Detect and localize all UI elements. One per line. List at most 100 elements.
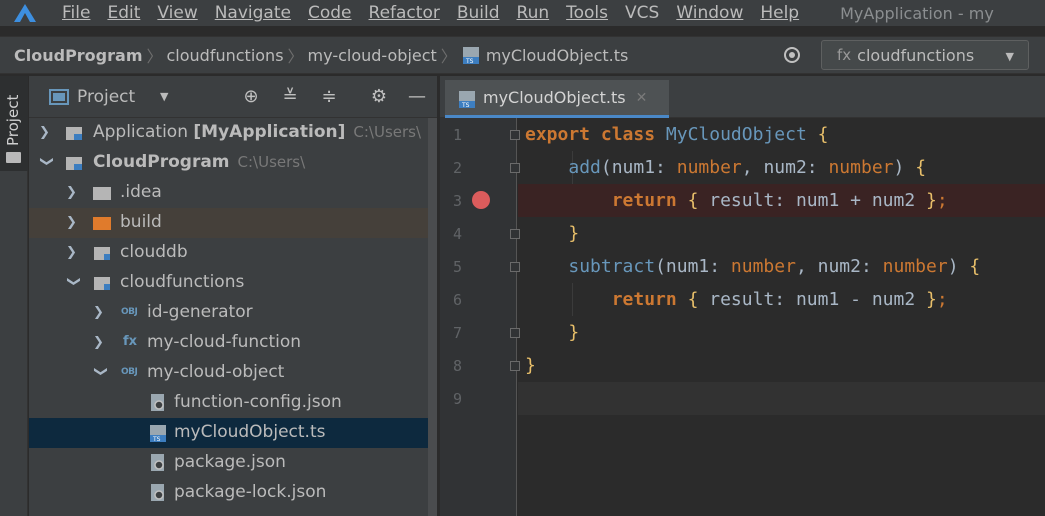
chevron-down-icon[interactable]: ❯ — [66, 276, 81, 290]
menu-label: Edit — [107, 3, 141, 23]
breadcrumb-cloudfunctions[interactable]: cloudfunctions — [167, 46, 284, 65]
tree-item-cloudprogram[interactable]: ❯ CloudProgram C:\Users\ — [29, 148, 437, 178]
menu-vcs[interactable]: VCS — [625, 3, 659, 23]
code-token-params: ) — [947, 256, 970, 277]
run-configuration-select[interactable]: fx cloudfunctions ▼ — [821, 40, 1029, 70]
breadcrumb-file[interactable]: TS myCloudObject.ts — [461, 45, 628, 65]
project-tool-tab[interactable]: Project — [0, 76, 28, 171]
menu-label: Help — [760, 3, 800, 23]
code-token-method: add — [568, 157, 601, 178]
chevron-down-icon[interactable]: ▼ — [160, 90, 168, 103]
close-icon[interactable]: ✕ — [636, 90, 648, 106]
breadcrumb-separator: 〉 — [287, 47, 304, 66]
project-view-selector[interactable]: Project — [77, 87, 135, 107]
chevron-right-icon[interactable]: ❯ — [93, 336, 107, 350]
line-number: 8 — [452, 357, 462, 375]
breakpoint-icon[interactable] — [472, 191, 490, 209]
tree-item-label: package-lock.json — [174, 482, 327, 502]
locate-file-icon[interactable]: ⊕ — [241, 87, 261, 107]
chevron-down-icon[interactable]: ❯ — [39, 156, 54, 170]
tree-item-my-cloud-function[interactable]: ❯ fx my-cloud-function — [29, 328, 437, 358]
project-tree: ❯ Application [MyApplication] C:\Users\ ❯… — [29, 118, 437, 516]
collapse-all-icon[interactable]: ≑ — [319, 87, 339, 107]
menu-file[interactable]: File — [62, 3, 90, 23]
line-number: 5 — [452, 258, 462, 276]
code-token-keyword: export — [525, 124, 591, 145]
code-token-method: subtract — [568, 256, 656, 277]
menu-view[interactable]: View — [157, 3, 197, 23]
hide-panel-icon[interactable]: — — [407, 87, 427, 107]
tree-item-label: package.json — [174, 452, 286, 472]
editor-tab-mycloudobject[interactable]: TS myCloudObject.ts ✕ — [445, 80, 669, 118]
typescript-file-icon: TS — [150, 425, 166, 443]
excluded-folder-icon — [93, 217, 111, 230]
menu-build[interactable]: Build — [457, 3, 500, 23]
tree-item-function-config[interactable]: function-config.json — [29, 388, 437, 418]
chevron-down-icon[interactable]: ❯ — [93, 366, 108, 380]
chevron-right-icon[interactable]: ❯ — [93, 306, 107, 320]
module-folder-icon — [66, 127, 82, 140]
tree-item-build[interactable]: ❯ build — [29, 208, 437, 238]
code-token-semicolon: ; — [936, 289, 948, 310]
menu-label: Code — [307, 3, 352, 23]
menu-refactor[interactable]: Refactor — [369, 3, 440, 23]
tree-item-application[interactable]: ❯ Application [MyApplication] C:\Users\ — [29, 118, 437, 148]
expand-all-icon[interactable]: ≚ — [280, 87, 300, 107]
breadcrumb-separator: 〉 — [146, 47, 163, 66]
line-number: 2 — [452, 159, 462, 177]
project-panel-scrollbar[interactable] — [428, 118, 437, 516]
menu-label: Tools — [566, 3, 609, 23]
code-editor: TS myCloudObject.ts ✕ 1 2 3 4 5 6 7 8 9 … — [440, 76, 1045, 516]
code-token-brace: } — [525, 355, 536, 376]
cloud-object-icon: OBJ — [121, 307, 138, 317]
line-number: 7 — [452, 324, 462, 342]
chevron-right-icon[interactable]: ❯ — [39, 126, 53, 140]
breadcrumb-my-cloud-object[interactable]: my-cloud-object — [308, 46, 437, 65]
tree-item-package-json[interactable]: package.json — [29, 448, 437, 478]
tree-item-my-cloud-object[interactable]: ❯ OBJ my-cloud-object — [29, 358, 437, 388]
menu-run[interactable]: Run — [517, 3, 550, 23]
code-line-2: add(num1: number, num2: number) { — [518, 151, 1045, 184]
tree-item-id-generator[interactable]: ❯ OBJ id-generator — [29, 298, 437, 328]
code-token-brace: { — [915, 157, 927, 178]
code-token-params: (num1: — [600, 157, 677, 178]
code-token-params: (num1: — [655, 256, 731, 277]
folder-icon — [6, 152, 21, 163]
cloud-object-icon: OBJ — [121, 367, 138, 377]
tree-item-mycloudobject-ts[interactable]: TS myCloudObject.ts — [29, 418, 437, 448]
code-line-1: export class MyCloudObject { — [518, 118, 1045, 151]
tree-item-label: build — [120, 212, 162, 232]
menu-edit[interactable]: Edit — [107, 3, 140, 23]
tree-item-label: my-cloud-function — [147, 332, 302, 352]
menu-window[interactable]: Window — [676, 3, 743, 23]
tree-item-name: Application — [93, 122, 188, 142]
menu-tools[interactable]: Tools — [566, 3, 608, 23]
tree-item-package-lock-json[interactable]: package-lock.json — [29, 478, 437, 508]
tree-item-cloudfunctions[interactable]: ❯ cloudfunctions — [29, 268, 437, 298]
code-token-brace: { — [687, 289, 699, 310]
breadcrumb-cloudprogram[interactable]: CloudProgram — [14, 46, 142, 65]
code-line-8: } — [518, 349, 1045, 382]
tree-item-name: CloudProgram — [93, 152, 230, 172]
menu-navigate[interactable]: Navigate — [215, 3, 291, 23]
left-tool-strip: Project — [0, 76, 28, 516]
tree-item-label: function-config.json — [174, 392, 342, 412]
tree-item-module: [MyApplication] — [193, 122, 346, 142]
menu-code[interactable]: Code — [308, 3, 352, 23]
line-number: 4 — [452, 225, 462, 243]
gear-icon[interactable]: ⚙ — [369, 87, 389, 107]
chevron-right-icon[interactable]: ❯ — [66, 216, 80, 230]
menu-label: VCS — [625, 3, 660, 23]
function-icon: fx — [837, 46, 852, 64]
breadcrumb-separator: 〉 — [440, 47, 457, 66]
code-token-keyword: return — [611, 190, 677, 211]
line-number: 6 — [452, 291, 462, 309]
menu-help[interactable]: Help — [760, 3, 799, 23]
chevron-right-icon[interactable]: ❯ — [66, 186, 80, 200]
tree-item-clouddb[interactable]: ❯ clouddb — [29, 238, 437, 268]
code-area[interactable]: export class MyCloudObject { add(num1: n… — [518, 118, 1045, 516]
chevron-right-icon[interactable]: ❯ — [66, 246, 80, 260]
locate-target-icon[interactable] — [782, 45, 802, 65]
tree-item-idea[interactable]: ❯ .idea — [29, 178, 437, 208]
menu-bar: File Edit View Navigate Code Refactor Bu… — [0, 0, 1045, 26]
